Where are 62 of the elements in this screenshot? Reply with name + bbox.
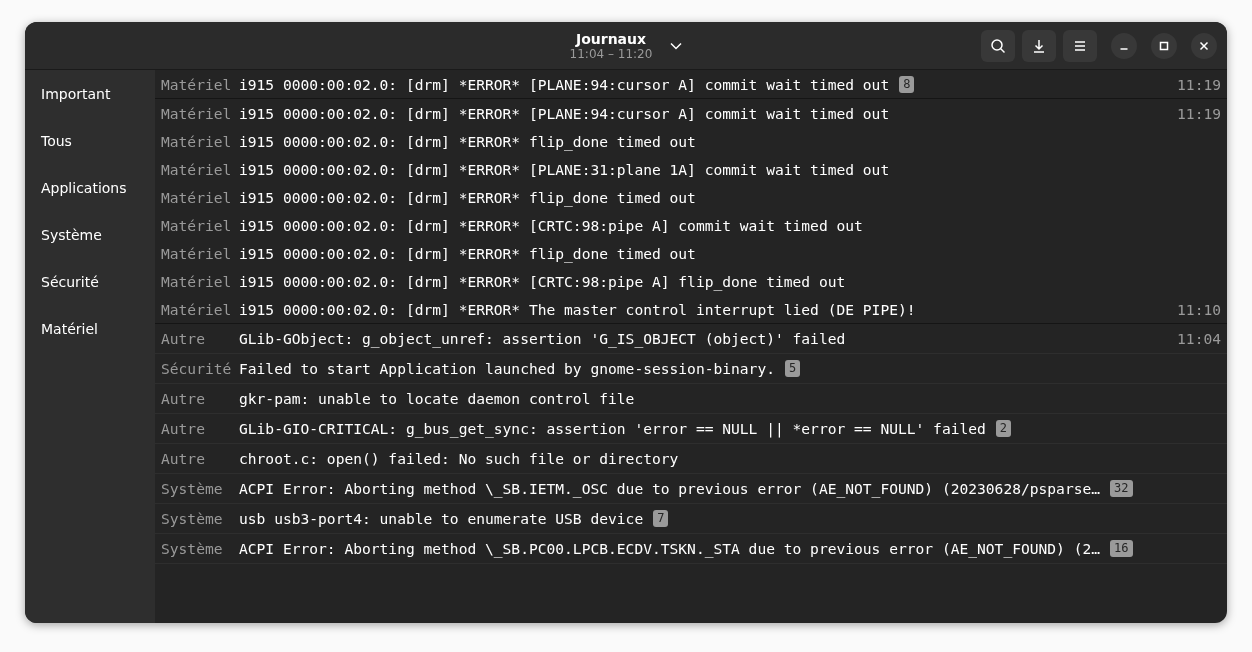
count-badge: 32 [1110,480,1133,497]
count-badge: 2 [995,420,1012,437]
count-badge: 8 [899,75,915,93]
export-button[interactable] [1022,29,1056,62]
menu-button[interactable] [1063,29,1097,62]
log-message: i915 0000:00:02.0: [drm] *ERROR* [PLANE:94:cursor A] commit wait timed out [239,104,890,122]
search-button[interactable] [981,29,1015,62]
count-badge: 16 [1110,540,1133,557]
log-category: Matériel [161,160,233,178]
log-message: Failed to start Application launched by gnome-session-binary. [239,360,775,377]
log-category: Matériel [161,272,233,290]
sidebar-item[interactable]: Système [25,211,155,258]
log-category: Système [161,480,224,497]
log-message: GLib-GIO-CRITICAL: g_bus_get_sync: assertion 'error == NULL || *error == NULL' failed [239,420,986,437]
log-category: Matériel [161,132,233,150]
window-title: Journaux [575,30,647,47]
log-category: Autre [161,450,206,467]
count-badge: 7 [653,510,669,527]
log-message: gkr-pam: unable to locate daemon control file [239,390,635,407]
log-category: Matériel [161,300,233,318]
log-time: 11:10 [1177,300,1221,318]
log-message: i915 0000:00:02.0: [drm] *ERROR* [PLANE:94:cursor A] commit wait timed out [239,75,890,93]
count-badge: 5 [784,360,801,377]
log-category: Matériel [161,104,233,122]
search-icon [990,37,1006,54]
sidebar-item[interactable]: Tous [25,117,155,164]
minimize-icon [1120,47,1128,50]
log-category: Système [161,510,224,527]
log-category: Matériel [161,244,233,262]
maximize-button[interactable] [1151,32,1177,59]
log-category: Matériel [161,75,233,93]
close-button[interactable] [1191,32,1217,59]
log-message: ACPI Error: Aborting method \_SB.PC00.LPCB.ECDV.TSKN._STA due to previous error (AE_NOT_FOUND) (2… [239,540,1101,557]
arrow-down-icon [1031,37,1047,54]
log-category: Système [161,540,224,557]
log-message: i915 0000:00:02.0: [drm] *ERROR* [PLANE:31:plane 1A] commit wait timed out [239,160,890,178]
log-message: i915 0000:00:02.0: [drm] *ERROR* flip_done timed out [239,188,696,206]
time-range: 11:04 – 11:20 [569,46,653,61]
log-category: Matériel [161,216,233,234]
log-message: i915 0000:00:02.0: [drm] *ERROR* [CRTC:98:pipe A] flip_done timed out [239,272,846,290]
chevron-down-icon[interactable] [670,41,683,50]
log-message: i915 0000:00:02.0: [drm] *ERROR* flip_done timed out [239,244,696,262]
sidebar-item[interactable]: Applications [25,164,155,211]
log-time: 11:19 [1177,104,1221,122]
log-message: usb usb3-port4: unable to enumerate USB device [239,510,644,527]
log-message: i915 0000:00:02.0: [drm] *ERROR* [CRTC:98:pipe A] commit wait timed out [239,216,863,234]
sidebar-item[interactable]: Sécurité [25,258,155,305]
log-message: ACPI Error: Aborting method \_SB.IETM._OSC due to previous error (AE_NOT_FOUND) (20230628/psparse… [239,480,1101,497]
log-category: Autre [161,420,206,437]
log-time: 11:04 [1177,330,1221,347]
sidebar-item[interactable]: Matériel [25,305,155,352]
sidebar-item[interactable]: Important [25,70,155,117]
log-message: i915 0000:00:02.0: [drm] *ERROR* flip_done timed out [239,132,696,150]
minimize-button[interactable] [1111,32,1137,59]
log-category: Autre [161,330,206,347]
log-time: 11:19 [1177,75,1221,93]
log-category: Autre [161,390,206,407]
log-category: Matériel [161,188,233,206]
log-message: chroot.c: open() failed: No such file or directory [239,450,679,467]
log-category: Sécurité [161,360,233,377]
log-message: i915 0000:00:02.0: [drm] *ERROR* The master control interrupt lied (DE PIPE)! [239,300,916,318]
log-message: GLib-GObject: g_object_unref: assertion 'G_IS_OBJECT (object)' failed [239,330,846,347]
